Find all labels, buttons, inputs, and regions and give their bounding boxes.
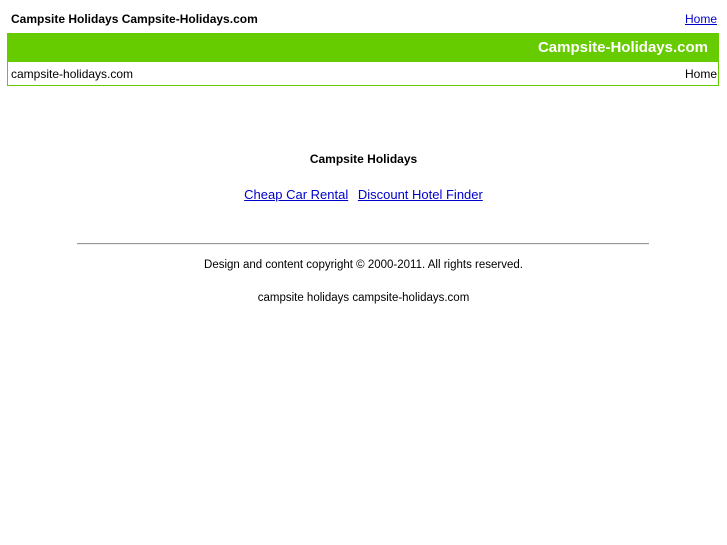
breadcrumb-home-link[interactable]: Home xyxy=(685,67,717,81)
footer-keywords: campsite holidays campsite-holidays.com xyxy=(257,292,470,304)
breadcrumb: campsite-holidays.com Home xyxy=(8,62,718,85)
brand-title: Campsite-Holidays.com xyxy=(537,39,708,56)
site-title: Campsite Holidays Campsite-Holidays.com xyxy=(11,12,258,26)
brand-band: Campsite-Holidays.com xyxy=(8,34,718,62)
divider xyxy=(77,243,649,245)
site-header: Campsite-Holidays.com campsite-holidays.… xyxy=(7,33,719,86)
top-bar: Campsite Holidays Campsite-Holidays.com … xyxy=(0,0,727,34)
top-home-link[interactable]: Home xyxy=(685,12,717,26)
page-title: Campsite Holidays xyxy=(309,152,418,166)
copyright-text: Design and content copyright © 2000-2011… xyxy=(204,259,523,271)
cheap-car-rental-link[interactable]: Cheap Car Rental xyxy=(244,187,348,202)
discount-hotel-finder-link[interactable]: Discount Hotel Finder xyxy=(358,187,483,202)
breadcrumb-domain: campsite-holidays.com xyxy=(11,67,134,81)
link-list: Cheap Car Rental Discount Hotel Finder xyxy=(0,187,727,202)
